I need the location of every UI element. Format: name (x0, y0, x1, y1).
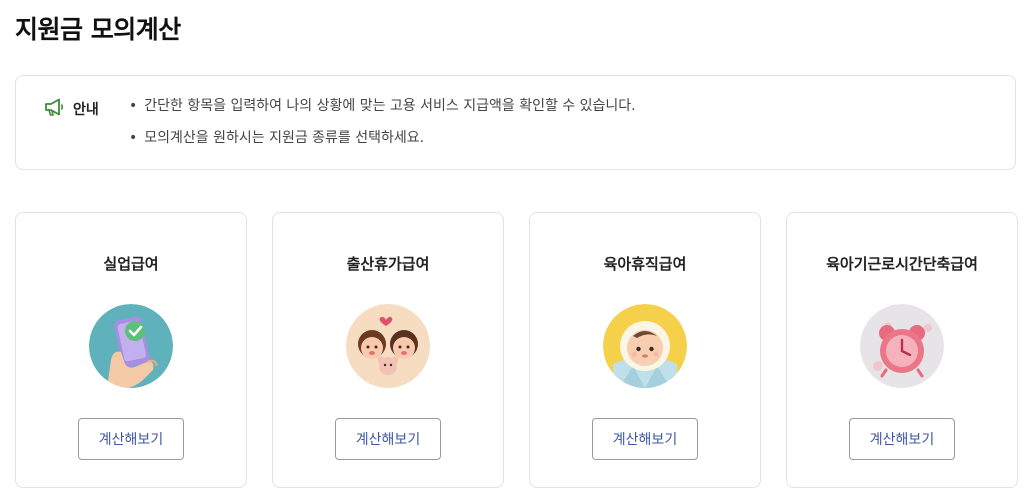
parents-baby-icon (346, 304, 430, 388)
calculate-button[interactable]: 계산해보기 (849, 418, 955, 460)
notice-box: 안내 간단한 항목을 입력하여 나의 상황에 맞는 고용 서비스 지급액을 확인… (15, 75, 1016, 170)
alarm-clock-icon (860, 304, 944, 388)
notice-list: 간단한 항목을 입력하여 나의 상황에 맞는 고용 서비스 지급액을 확인할 수… (129, 96, 636, 160)
card-title: 출산휴가급여 (346, 255, 430, 273)
notice-item: 모의계산을 원하시는 지원금 종류를 선택하세요. (129, 128, 636, 148)
card-parental-leave-benefit: 육아휴직급여 계산해보기 (529, 212, 761, 488)
notice-item: 간단한 항목을 입력하여 나의 상황에 맞는 고용 서비스 지급액을 확인할 수… (129, 96, 635, 116)
phone-check-icon (89, 304, 173, 388)
notice-label: 안내 (73, 102, 99, 118)
card-reduced-work-hours-benefit: 육아기근로시간단축급여 계산해보기 (786, 212, 1018, 488)
card-title: 육아휴직급여 (603, 255, 687, 273)
card-title: 육아기근로시간단축급여 (826, 255, 978, 273)
card-maternity-leave-benefit: 출산휴가급여 계산해보기 (272, 212, 504, 488)
calculate-button[interactable]: 계산해보기 (78, 418, 184, 460)
calculate-button[interactable]: 계산해보기 (335, 418, 441, 460)
card-unemployment-benefit: 실업급여 계산해보기 (15, 212, 247, 488)
baby-icon (603, 304, 687, 388)
page-title: 지원금 모의계산 (15, 15, 181, 44)
notice-header: 안내 (43, 97, 99, 121)
benefit-card-list: 실업급여 계산해보기 출산휴가급여 계산해보기 육아휴직급여 계산해보기 육아기… (15, 212, 1018, 488)
megaphone-icon (43, 97, 65, 121)
card-title: 실업급여 (103, 255, 159, 273)
calculate-button[interactable]: 계산해보기 (592, 418, 698, 460)
